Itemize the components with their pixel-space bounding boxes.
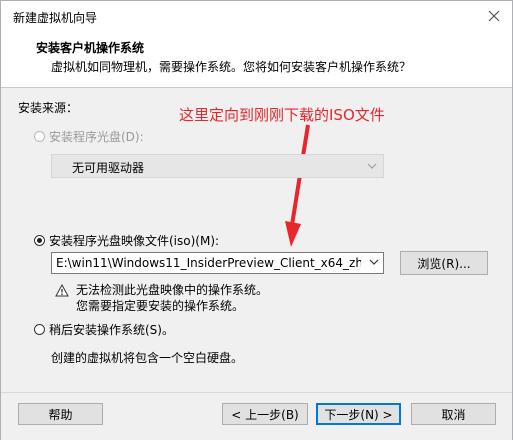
radio-install-later[interactable]: 稍后安装操作系统(S)。: [34, 321, 174, 338]
radio-optical-disc[interactable]: 安装程序光盘(D):: [34, 128, 144, 145]
wizard-window: 新建虚拟机向导 安装客户机操作系统 虚拟机如同物理机，需要操作系统。您将如何安装…: [0, 0, 513, 440]
warning-line-2: 您需要指定要安装的操作系统。: [76, 299, 245, 313]
radio-iso-image[interactable]: 安装程序光盘映像文件(iso)(M):: [34, 232, 219, 249]
annotation-text: 这里定向到刚刚下载的ISO文件: [179, 106, 385, 124]
radio-optical-disc-indicator: [34, 131, 45, 142]
cancel-button[interactable]: 取消: [411, 403, 496, 425]
iso-path-combobox[interactable]: E:\win11\Windows11_InsiderPreview_Client…: [51, 252, 384, 274]
radio-install-later-indicator: [34, 324, 45, 335]
cancel-button-label: 取消: [441, 407, 466, 422]
page-subtitle: 虚拟机如同物理机，需要操作系统。您将如何安装客户机操作系统？: [51, 60, 412, 74]
warning-line-1: 无法检测此光盘映像中的操作系统。: [76, 283, 269, 297]
window-title: 新建虚拟机向导: [13, 11, 98, 25]
install-source-label: 安装来源：: [18, 101, 79, 115]
install-later-note: 创建的虚拟机将包含一个空白硬盘。: [51, 351, 244, 365]
radio-iso-image-indicator: [34, 235, 45, 246]
chevron-down-icon[interactable]: [369, 256, 379, 268]
close-icon: [488, 10, 500, 22]
back-button[interactable]: < 上一步(B): [222, 403, 308, 425]
drive-select[interactable]: 无可用驱动器: [51, 154, 384, 178]
drive-select-value: 无可用驱动器: [72, 161, 145, 175]
warning-icon: [55, 284, 69, 297]
close-button[interactable]: [482, 4, 506, 28]
iso-path-value: E:\win11\Windows11_InsiderPreview_Client…: [56, 256, 361, 270]
browse-button-label: 浏览(R)...: [417, 256, 471, 271]
next-button[interactable]: 下一步(N) >: [316, 403, 401, 425]
chevron-down-icon: [367, 163, 377, 169]
title-bar: 新建虚拟机向导: [1, 1, 512, 31]
next-button-label: 下一步(N) >: [324, 407, 393, 422]
radio-iso-image-label: 安装程序光盘映像文件(iso)(M):: [49, 234, 220, 248]
warning-message: 无法检测此光盘映像中的操作系统。 您需要指定要安装的操作系统。: [76, 282, 268, 314]
radio-optical-disc-label: 安装程序光盘(D):: [49, 130, 144, 144]
help-button-label: 帮助: [48, 407, 73, 422]
help-button[interactable]: 帮助: [18, 403, 103, 425]
browse-button[interactable]: 浏览(R)...: [400, 251, 488, 275]
back-button-label: < 上一步(B): [231, 407, 299, 422]
wizard-header: 安装客户机操作系统 虚拟机如同物理机，需要操作系统。您将如何安装客户机操作系统？: [1, 31, 512, 88]
annotation-arrow: [285, 124, 310, 247]
page-title: 安装客户机操作系统: [36, 41, 145, 55]
radio-install-later-label: 稍后安装操作系统(S)。: [49, 323, 174, 337]
